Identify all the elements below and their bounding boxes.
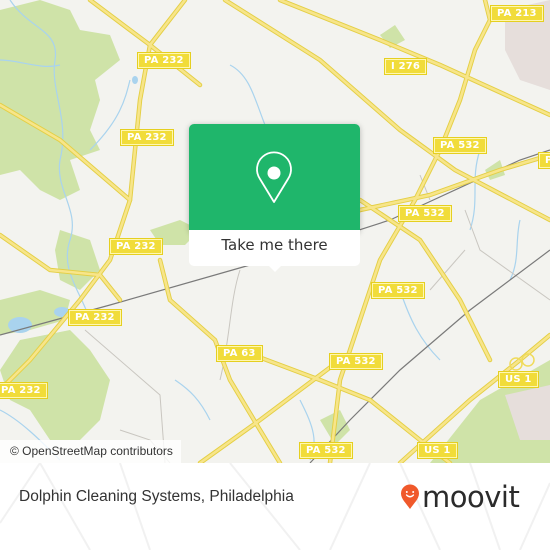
road-shield-pa-63: PA 63 — [216, 345, 263, 362]
road-shield-pa-532: PA 532 — [433, 137, 487, 154]
map-attribution[interactable]: © OpenStreetMap contributors — [0, 440, 181, 463]
road-shield-pa-213: PA 213 — [490, 5, 544, 22]
popup-header[interactable] — [189, 124, 360, 230]
popup-pointer — [267, 264, 283, 272]
road-shield-pa-532: PA 532 — [299, 442, 353, 459]
footer-bar: Dolphin Cleaning Systems, Philadelphia m… — [0, 463, 550, 550]
map[interactable]: PA 213 PA 232 I 276 PA 232 PA 532 PA 532… — [0, 0, 550, 463]
moovit-logo[interactable]: moovit — [400, 479, 520, 515]
road-shield-pa-232: PA 232 — [109, 238, 163, 255]
road-shield-pa-232: PA 232 — [120, 129, 174, 146]
location-pin-icon — [256, 151, 292, 203]
place-title: Dolphin Cleaning Systems, Philadelphia — [19, 488, 294, 505]
road-shield-i-276: I 276 — [383, 58, 428, 75]
moovit-pin-smile-icon — [401, 484, 419, 509]
road-shield-pa-532: PA 532 — [329, 353, 383, 370]
road-shield-pa-232: PA 232 — [68, 309, 122, 326]
road-shield-us-1: US 1 — [417, 442, 458, 459]
road-shield-pa: PA — [538, 152, 550, 169]
road-shield-us-1: US 1 — [498, 371, 539, 388]
take-me-there-button[interactable]: Take me there — [189, 230, 360, 266]
road-shield-pa-232: PA 232 — [0, 382, 48, 399]
road-shield-pa-232: PA 232 — [137, 52, 191, 69]
road-shield-pa-532: PA 532 — [398, 205, 452, 222]
moovit-wordmark: moovit — [422, 480, 520, 514]
take-me-there-popup[interactable]: Take me there — [189, 124, 360, 272]
road-shield-pa-532: PA 532 — [371, 282, 425, 299]
